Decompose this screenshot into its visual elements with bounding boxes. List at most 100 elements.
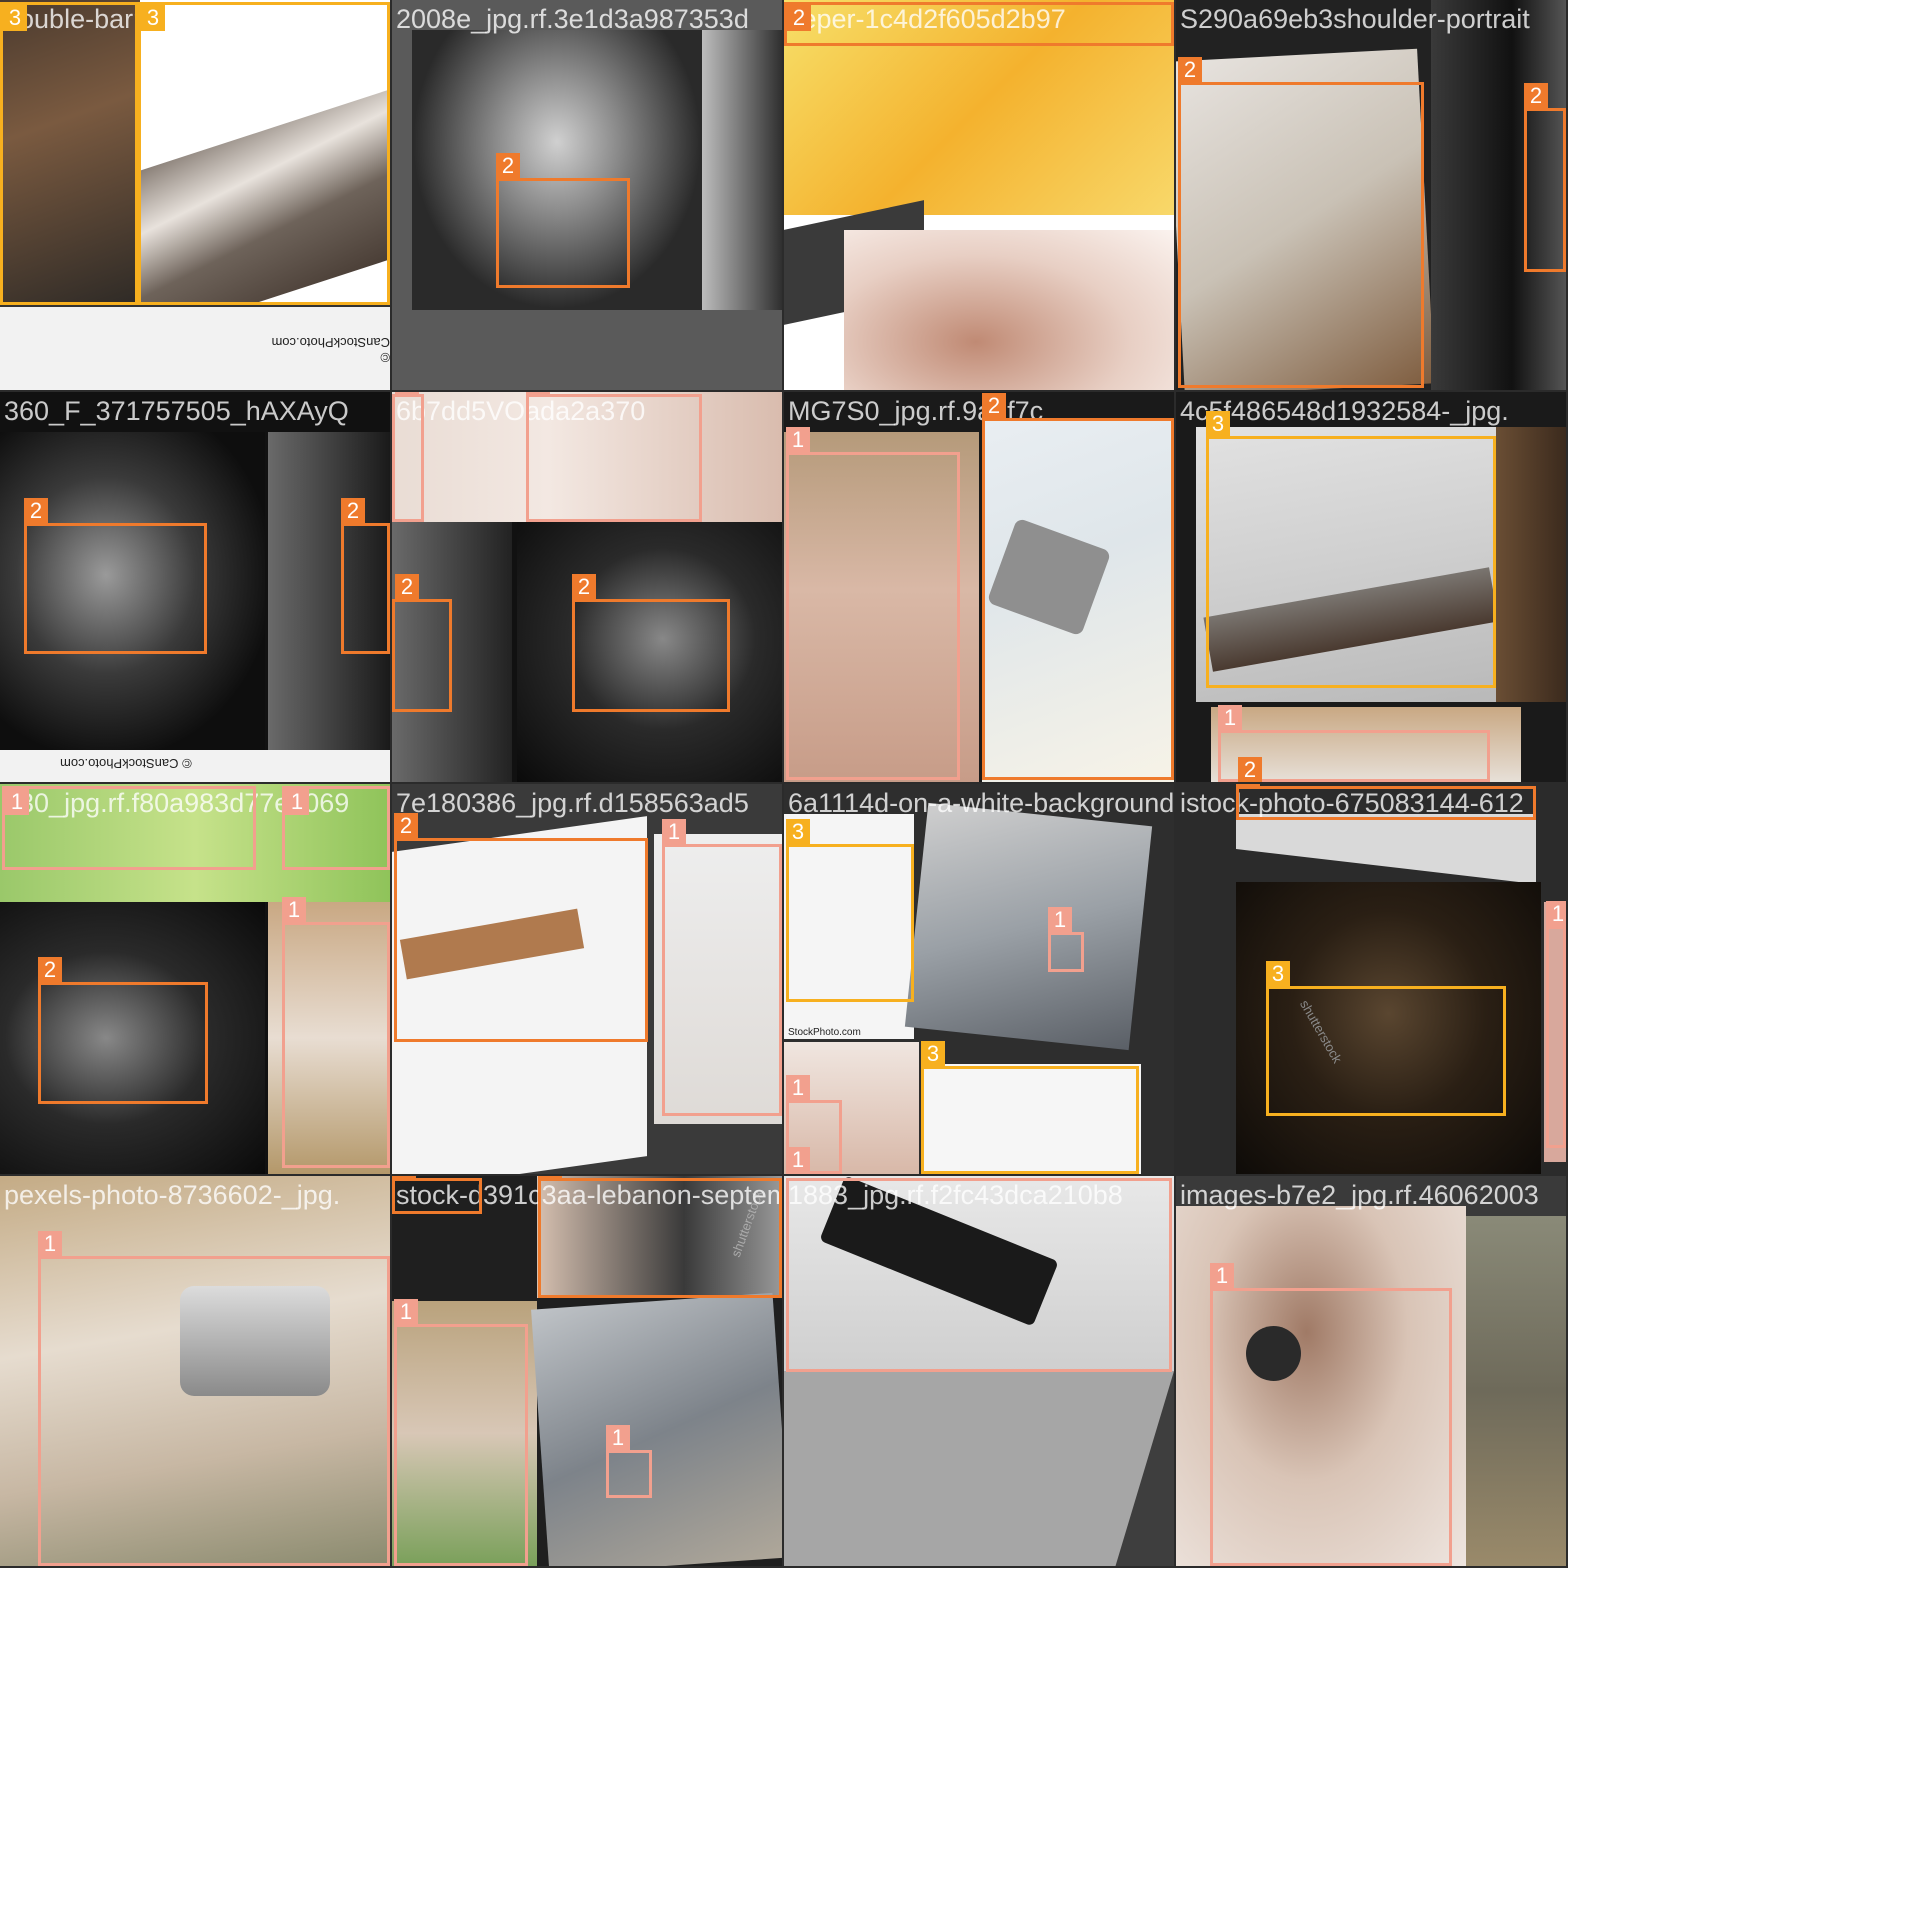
- bbox-class-label: 2: [538, 1176, 562, 1179]
- tile-11: StockPhoto.com 6a1114d-on-a-white-backgr…: [784, 784, 1174, 1174]
- bbox-class-label: 3: [786, 819, 810, 845]
- tile-7: MG7S0_jpg.rf.9a8f7c 1 2: [784, 392, 1174, 782]
- bbox-class-2: 2: [394, 813, 648, 1042]
- bbox-class-label: 1: [662, 819, 686, 845]
- bbox-class-1: 1: [394, 1299, 528, 1566]
- watermark: © CanStockPhoto.com: [60, 756, 192, 771]
- tile-filename: pexels-photo-8736602-_jpg.: [4, 1180, 341, 1210]
- bbox-class-label: 3: [1206, 411, 1230, 437]
- grey-lower-panel: [784, 1371, 1174, 1566]
- bbox-class-label: 1: [285, 789, 309, 815]
- bbox-class-label: 2: [394, 813, 418, 839]
- bbox-class-1: 1: [662, 819, 782, 1116]
- bbox-class-label: 1: [282, 897, 306, 923]
- tile-14: shutterstock stock-d391c3aa-lebanon-sept…: [392, 1176, 782, 1566]
- bbox-class-label: 2: [496, 153, 520, 179]
- bbox-class-2: 2: [1524, 83, 1566, 272]
- tile-filename: 7e180386_jpg.rf.d158563ad5: [396, 788, 749, 818]
- tile-12: shutterstock istock-photo-675083144-612 …: [1176, 784, 1566, 1174]
- bbox-class-label: 1: [526, 392, 550, 395]
- bbox-class-1: 1: [1048, 907, 1084, 972]
- bbox-class-label: 1: [1210, 1263, 1234, 1289]
- bbox-class-1: 1: [1210, 1263, 1452, 1566]
- bbox-class-2: 2: [1178, 57, 1424, 388]
- bbox-class-1: 1: [1546, 901, 1566, 1148]
- blurred-face-image: [844, 230, 1174, 390]
- bbox-class-label: 3: [141, 5, 165, 31]
- bbox-class-label: 2: [1238, 757, 1262, 782]
- bbox-class-3: 3: [138, 2, 390, 305]
- bbox-class-1: 1: [606, 1425, 652, 1498]
- bbox-class-1: 1: [282, 897, 390, 1168]
- bbox-class-3: 3: [1266, 961, 1506, 1116]
- bbox-class-1: 1: [282, 786, 390, 870]
- bbox-class-label: 1: [786, 427, 810, 453]
- bbox-class-2: 2: [572, 574, 730, 712]
- tile-filename: images-b7e2_jpg.rf.46062003: [1180, 1180, 1539, 1210]
- bbox-class-1: 1: [392, 392, 424, 522]
- tile-9: 830_jpg.rf.f80a983d77e1069 1 1 2 1: [0, 784, 390, 1174]
- bbox-class-label: 1: [1048, 907, 1072, 933]
- bbox-class-2: 2: [392, 574, 452, 712]
- watermark: StockPhoto.com: [788, 1027, 861, 1038]
- bbox-class-label: 1: [786, 1075, 810, 1101]
- bbox-class-1: 1: [526, 392, 702, 522]
- bbox-class-2: 2: [982, 393, 1174, 780]
- tile-4: S290a69eb3shoulder-portrait 2 2: [1176, 0, 1566, 390]
- tile-filename: 360_F_371757505_hAXAyQ: [4, 396, 349, 426]
- tile-10: 7e180386_jpg.rf.d158563ad5 2 1: [392, 784, 782, 1174]
- bbox-class-1: 1: [786, 1178, 1172, 1372]
- bbox-class-3: 3: [786, 819, 914, 1002]
- bbox-class-label: 1: [606, 1425, 630, 1451]
- dry-grass-image: [1496, 427, 1566, 702]
- bbox-class-label: 1: [395, 392, 419, 395]
- bbox-class-label: 2: [395, 574, 419, 600]
- bbox-class-1: 1: [786, 1147, 826, 1174]
- bbox-class-label: 2: [1178, 57, 1202, 83]
- bbox-class-label: 3: [921, 1041, 945, 1067]
- tile-13: pexels-photo-8736602-_jpg. 1: [0, 1176, 390, 1566]
- tile-8: 4c5f486548d1932584-_jpg. 3 1 2: [1176, 392, 1566, 782]
- bbox-class-label: 2: [341, 498, 365, 524]
- bbox-class-label: 3: [1266, 961, 1290, 987]
- white-strip: [0, 750, 390, 782]
- bbox-class-label: 1: [5, 789, 29, 815]
- watermark: © CanStockPhoto.com: [271, 335, 390, 365]
- bbox-class-label: 2: [982, 393, 1006, 419]
- ammo-ground-image: [1466, 1216, 1566, 1566]
- bbox-class-2: 2: [38, 957, 208, 1104]
- tile-filename: 2008e_jpg.rf.3e1d3a987353d: [396, 4, 749, 34]
- tile-16: images-b7e2_jpg.rf.46062003 1: [1176, 1176, 1566, 1566]
- bbox-class-label: 2: [1524, 83, 1548, 109]
- tile-6: 6b7dd5VOada2a370 1 1 2 2: [392, 392, 782, 782]
- store-cctv-image: [904, 802, 1153, 1051]
- bbox-class-1: 1: [38, 1231, 390, 1566]
- bbox-class-label: 1: [394, 1299, 418, 1325]
- tile-15: 1883_jpg.rf.f2fc43dca210b8 1: [784, 1176, 1174, 1566]
- bbox-class-2: 2: [24, 498, 207, 654]
- bbox-class-label: 1: [1218, 705, 1242, 731]
- bbox-class-label: 2: [392, 1176, 416, 1179]
- bbox-class-2: 2: [496, 153, 630, 288]
- bbox-class-label: 2: [24, 498, 48, 524]
- bbox-class-label: 1: [38, 1231, 62, 1257]
- tile-5: © CanStockPhoto.com 360_F_371757505_hAXA…: [0, 392, 390, 782]
- bbox-class-2: 2: [392, 1176, 482, 1214]
- tile-2: 2008e_jpg.rf.3e1d3a987353d 2: [392, 0, 782, 390]
- tile-1: © CanStockPhoto.com double-barreled-old-…: [0, 0, 390, 390]
- bbox-class-label: 2: [38, 957, 62, 983]
- bbox-class-2: 2: [538, 1176, 782, 1298]
- bbox-class-label: 2: [1236, 784, 1260, 787]
- bbox-class-1: 1: [2, 786, 256, 870]
- grey-upper-panel: [1236, 814, 1536, 884]
- bbox-class-label: 2: [787, 5, 811, 31]
- bbox-class-3: 3: [921, 1041, 1139, 1174]
- bbox-class-2: 2: [341, 498, 390, 654]
- tile-filename: 6a1114d-on-a-white-background: [788, 788, 1174, 818]
- bbox-class-label: 3: [3, 5, 27, 31]
- tile-3: ceper-1c4d2f605d2b97 2: [784, 0, 1174, 390]
- bbox-class-2: 2: [1236, 784, 1536, 820]
- bbox-class-label: 1: [1546, 901, 1566, 927]
- bbox-class-3: 3: [1206, 411, 1496, 688]
- store-cctv-image: [531, 1292, 782, 1566]
